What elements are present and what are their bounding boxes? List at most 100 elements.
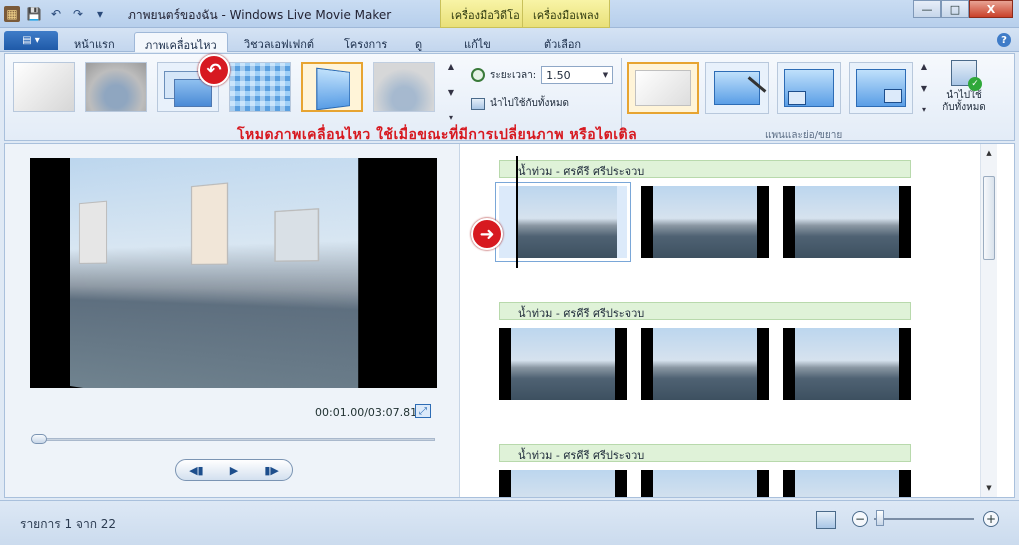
- clip-group: น้ำท่วม - ศรคีรี ศรีประจวบ: [495, 160, 911, 262]
- checkmark-icon: ✓: [968, 77, 982, 91]
- timer-icon: [471, 68, 485, 82]
- seek-thumb[interactable]: [31, 434, 47, 444]
- clip-thumbnail[interactable]: [641, 186, 769, 258]
- clip-caption[interactable]: น้ำท่วม - ศรคีรี ศรีประจวบ: [499, 302, 911, 320]
- transition-flip-selected[interactable]: [301, 62, 363, 112]
- scroll-up-icon[interactable]: ▲: [448, 62, 454, 71]
- help-icon[interactable]: ?: [997, 33, 1011, 47]
- main-area: 00:01.00/03:07.81 ⤢ ◀▮ ▶ ▮▶ น้ำท่วม - ศร…: [4, 143, 1015, 498]
- window-title: ภาพยนตร์ของฉัน - Windows Live Movie Make…: [128, 8, 392, 22]
- apply-all-transitions-button[interactable]: นำไปใช้กับทั้งหมด: [471, 96, 569, 111]
- clip-group: น้ำท่วม - ศรคีรี ศรีประจวบ: [499, 444, 911, 497]
- building-shape: [190, 182, 229, 266]
- zoom-slider-track[interactable]: [874, 518, 974, 520]
- pan-zoom-none[interactable]: [627, 62, 699, 114]
- clip-thumbnail[interactable]: [641, 470, 769, 497]
- pan-zoom-gallery-scroll[interactable]: ▲ ▼ ▾: [919, 62, 929, 114]
- thumbnail-size-icon[interactable]: [816, 511, 836, 529]
- duration-control: ระยะเวลา: 1.50 ▼: [471, 66, 614, 84]
- ribbon-tabs: ▤ ▾ หน้าแรก ภาพเคลื่อนไหว วิชวลเอฟเฟกต์ …: [0, 28, 1019, 52]
- transition-mosaic[interactable]: [229, 62, 291, 112]
- clip-thumbnail[interactable]: [783, 470, 911, 497]
- context-tab-video-tools: เครื่องมือวิดีโอ: [440, 0, 531, 28]
- chevron-down-icon[interactable]: ▼: [603, 71, 612, 79]
- video-preview[interactable]: [30, 158, 437, 388]
- pan-zoom-up-left[interactable]: [777, 62, 841, 114]
- context-tab-music-tools: เครื่องมือเพลง: [522, 0, 610, 28]
- tab-project[interactable]: โครงการ: [334, 32, 397, 52]
- clip-thumbnail[interactable]: [783, 328, 911, 400]
- clip-thumbnail[interactable]: [499, 328, 627, 400]
- apply-all-pz-label-line2: กับทั้งหมด: [942, 102, 986, 113]
- apply-all-icon: [471, 97, 485, 110]
- scroll-down-icon[interactable]: ▼: [448, 88, 454, 97]
- building-shape: [274, 208, 320, 262]
- more-icon[interactable]: ▾: [922, 105, 926, 114]
- vertical-scrollbar[interactable]: ▲ ▼: [980, 144, 997, 497]
- zoom-in-icon[interactable]: +: [983, 511, 999, 527]
- storyboard: น้ำท่วม - ศรคีรี ศรีประจวบ ➜ น้ำท่วม - ศ…: [461, 144, 997, 497]
- transitions-gallery-scroll[interactable]: ▲ ▼ ▾: [445, 62, 457, 122]
- video-frame: [70, 158, 359, 388]
- annotation-arrow-icon: ↶: [198, 54, 230, 86]
- scroll-up-icon[interactable]: ▲: [981, 146, 997, 160]
- redo-icon[interactable]: ↷: [70, 6, 86, 22]
- app-icon[interactable]: ▦: [4, 6, 20, 22]
- clip-thumbnail[interactable]: [641, 328, 769, 400]
- clip-thumbnail[interactable]: [783, 186, 911, 258]
- save-icon[interactable]: 💾: [26, 6, 42, 22]
- title-bar: ▦ 💾 ↶ ↷ ▾ ภาพยนตร์ของฉัน - Windows Live …: [0, 0, 1019, 28]
- pan-zoom-up-right[interactable]: [849, 62, 913, 114]
- building-shape: [78, 200, 108, 264]
- clip-thumbnail[interactable]: [499, 470, 627, 497]
- duration-value: 1.50: [546, 68, 571, 82]
- scroll-thumb[interactable]: [983, 176, 995, 260]
- file-menu-button[interactable]: ▤ ▾: [4, 31, 58, 50]
- transition-dissolve[interactable]: [373, 62, 435, 112]
- status-text: รายการ 1 จาก 22: [20, 517, 117, 531]
- apply-all-label: นำไปใช้กับทั้งหมด: [490, 98, 570, 109]
- annotation-arrow-icon: ➜: [471, 218, 503, 250]
- transition-crossfade[interactable]: [85, 62, 147, 112]
- quick-access-toolbar: ▦ 💾 ↶ ↷ ▾: [4, 4, 108, 24]
- pan-zoom-group-label: แพนและย่อ/ขยาย: [765, 130, 843, 141]
- fullscreen-icon[interactable]: ⤢: [415, 404, 431, 418]
- status-bar: รายการ 1 จาก 22 − +: [0, 500, 1019, 545]
- tab-edit[interactable]: แก้ไข: [454, 32, 501, 52]
- tab-home[interactable]: หน้าแรก: [64, 32, 125, 52]
- timecode: 00:01.00/03:07.81: [315, 406, 418, 419]
- previous-frame-icon[interactable]: ◀▮: [189, 464, 204, 477]
- apply-all-pz-label-line1: นำไปใช้: [946, 90, 982, 101]
- maximize-button[interactable]: □: [941, 0, 969, 18]
- clip-thumbnail-selected[interactable]: [495, 182, 631, 262]
- pan-zoom-auto[interactable]: [705, 62, 769, 114]
- clip-group: น้ำท่วม - ศรคีรี ศรีประจวบ: [499, 302, 911, 400]
- tab-view[interactable]: ดู: [405, 32, 432, 52]
- play-icon[interactable]: ▶: [230, 464, 238, 477]
- tab-animations[interactable]: ภาพเคลื่อนไหว: [134, 32, 228, 52]
- tab-options[interactable]: ตัวเลือก: [534, 32, 591, 52]
- seek-bar[interactable]: [33, 438, 435, 441]
- playback-controls: ◀▮ ▶ ▮▶: [175, 459, 293, 481]
- zoom-slider-thumb[interactable]: [876, 510, 884, 526]
- preview-pane: 00:01.00/03:07.81 ⤢ ◀▮ ▶ ▮▶: [5, 144, 460, 497]
- scroll-down-icon[interactable]: ▼: [981, 481, 997, 495]
- customize-icon[interactable]: ▾: [92, 6, 108, 22]
- undo-icon[interactable]: ↶: [48, 6, 64, 22]
- transition-none[interactable]: [13, 62, 75, 112]
- close-button[interactable]: X: [969, 0, 1013, 18]
- playhead[interactable]: [516, 156, 518, 268]
- clip-caption[interactable]: น้ำท่วม - ศรคีรี ศรีประจวบ: [499, 160, 911, 178]
- scroll-up-icon[interactable]: ▲: [921, 62, 927, 71]
- apply-all-icon: ✓: [951, 60, 982, 91]
- apply-all-pan-zoom-button[interactable]: ✓ นำไปใช้ กับทั้งหมด: [935, 60, 993, 114]
- next-frame-icon[interactable]: ▮▶: [264, 464, 279, 477]
- duration-combobox[interactable]: 1.50 ▼: [541, 66, 614, 84]
- duration-label: ระยะเวลา:: [490, 69, 537, 81]
- zoom-out-icon[interactable]: −: [852, 511, 868, 527]
- scroll-down-icon[interactable]: ▼: [921, 84, 927, 93]
- more-icon[interactable]: ▾: [449, 113, 453, 122]
- clip-caption[interactable]: น้ำท่วม - ศรคีรี ศรีประจวบ: [499, 444, 911, 462]
- minimize-button[interactable]: —: [913, 0, 941, 18]
- tab-visual-effects[interactable]: วิชวลเอฟเฟกต์: [234, 32, 324, 52]
